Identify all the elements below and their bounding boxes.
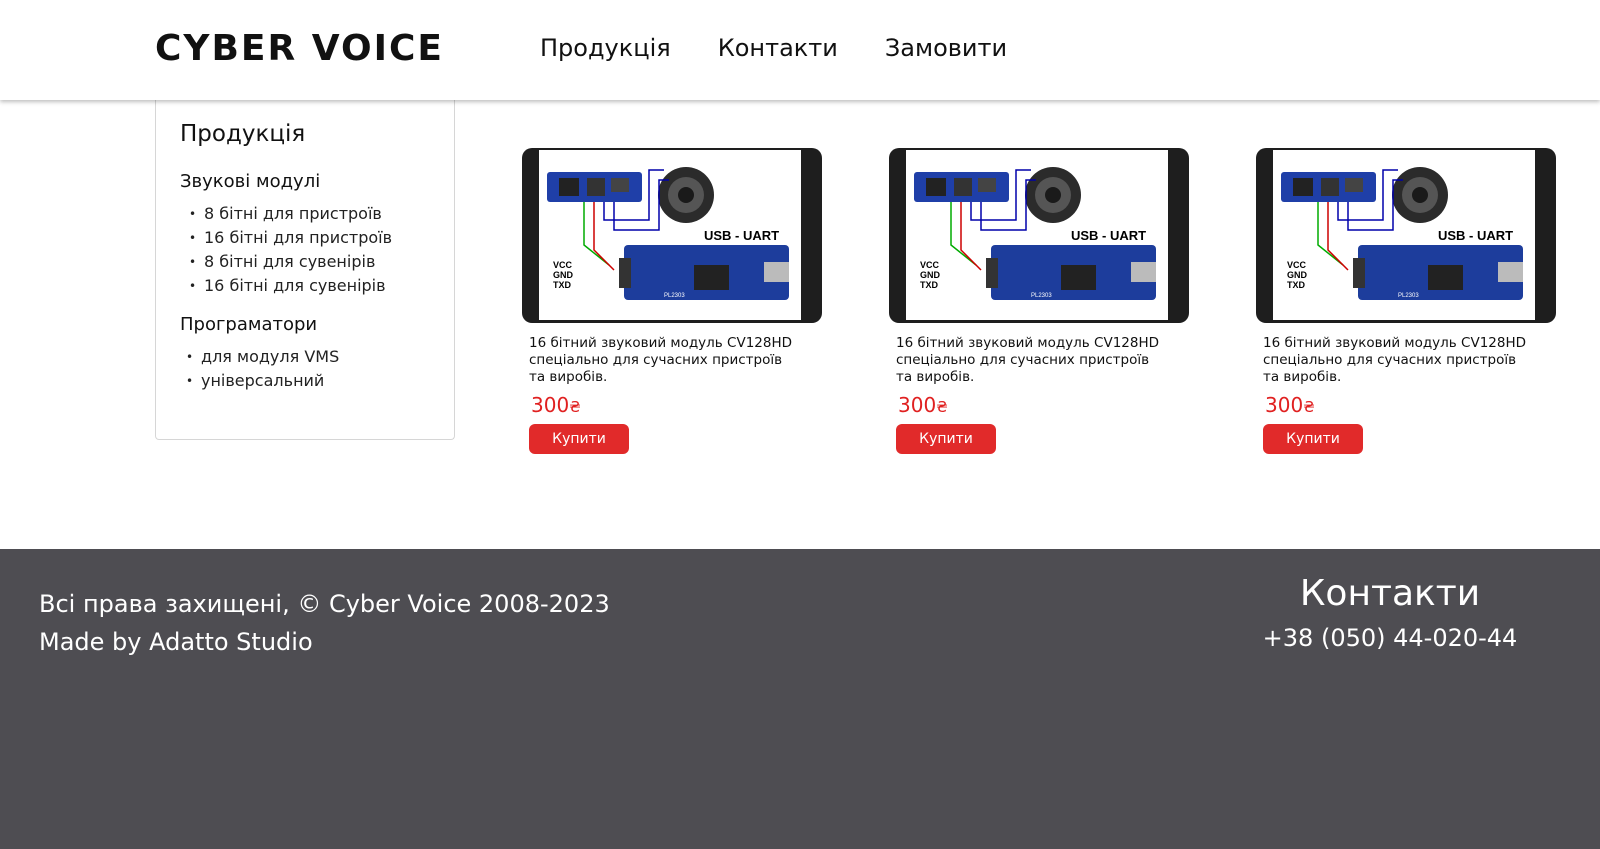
made-by-text[interactable]: Made by Adatto Studio <box>39 623 610 661</box>
usb-uart-label: USB - UART <box>704 228 779 243</box>
svg-text:VCC: VCC <box>553 260 573 270</box>
svg-text:TXD: TXD <box>1287 280 1306 290</box>
svg-text:GND: GND <box>553 270 574 280</box>
product-image[interactable]: USB - UART VCC GND TXD PL2303 <box>522 148 822 323</box>
phone-number[interactable]: +38 (050) 44-020-44 <box>1230 624 1550 652</box>
copyright-text: Всі права захищені, © Cyber Voice 2008-2… <box>39 590 610 618</box>
currency-symbol: ₴ <box>936 398 948 416</box>
sidebar-title: Продукція <box>180 121 306 147</box>
svg-text:VCC: VCC <box>1287 260 1307 270</box>
product-price: 300₴ <box>531 393 581 417</box>
product-price: 300₴ <box>898 393 948 417</box>
product-description: 16 бітний звуковий модуль CV128HD спеціа… <box>529 335 793 385</box>
main-nav: Продукція Контакти Замовити <box>540 34 1007 62</box>
product-sidebar: Продукція Звукові модулі 8 бітні для при… <box>155 99 455 440</box>
programmers-list: для модуля VMS універсальний <box>180 345 430 393</box>
sidebar-item-16bit-souvenirs[interactable]: 16 бітні для сувенірів <box>180 274 430 298</box>
footer-contacts-title: Контакти <box>1299 573 1481 614</box>
site-footer: Всі права захищені, © Cyber Voice 2008-2… <box>0 549 1600 849</box>
module-diagram: USB - UART VCC GND TXD PL2303 <box>1273 150 1535 320</box>
nav-order[interactable]: Замовити <box>885 34 1007 62</box>
product-image[interactable]: USB - UART VCC GND TXD PL2303 <box>1256 148 1556 323</box>
product-card: USB - UART VCC GND TXD PL2303 16 бітний … <box>889 148 1189 454</box>
product-image[interactable]: USB - UART VCC GND TXD PL2303 <box>889 148 1189 323</box>
svg-text:TXD: TXD <box>920 280 939 290</box>
sidebar-item-16bit-devices[interactable]: 16 бітні для пристроїв <box>180 226 430 250</box>
currency-symbol: ₴ <box>1303 398 1315 416</box>
nav-contacts[interactable]: Контакти <box>718 34 838 62</box>
currency-symbol: ₴ <box>569 398 581 416</box>
footer-info: Всі права захищені, © Cyber Voice 2008-2… <box>39 585 610 661</box>
product-card: USB - UART VCC GND TXD PL2303 16 бітний … <box>522 148 822 454</box>
module-diagram: USB - UART VCC GND TXD PL2303 <box>906 150 1168 320</box>
svg-text:VCC: VCC <box>920 260 940 270</box>
sidebar-section-programmers[interactable]: Програматори <box>180 314 430 335</box>
product-card: USB - UART VCC GND TXD PL2303 16 бітний … <box>1256 148 1556 454</box>
site-header: CYBER VOICE Продукція Контакти Замовити <box>0 0 1600 100</box>
nav-products[interactable]: Продукція <box>540 34 671 62</box>
usb-uart-label: USB - UART <box>1438 228 1513 243</box>
sidebar-item-vms-programmer[interactable]: для модуля VMS <box>180 345 430 369</box>
svg-text:GND: GND <box>1287 270 1308 280</box>
usb-uart-label: USB - UART <box>1071 228 1146 243</box>
product-description: 16 бітний звуковий модуль CV128HD спеціа… <box>896 335 1160 385</box>
sidebar-section-sound-modules[interactable]: Звукові модулі <box>180 171 430 192</box>
svg-text:TXD: TXD <box>553 280 572 290</box>
logo[interactable]: CYBER VOICE <box>155 28 444 69</box>
sound-modules-list: 8 бітні для пристроїв 16 бітні для прист… <box>180 202 430 298</box>
svg-text:GND: GND <box>920 270 941 280</box>
product-description: 16 бітний звуковий модуль CV128HD спеціа… <box>1263 335 1527 385</box>
product-price: 300₴ <box>1265 393 1315 417</box>
sidebar-item-universal-programmer[interactable]: універсальний <box>180 369 430 393</box>
svg-text:PL2303: PL2303 <box>1031 293 1052 299</box>
sidebar-item-8bit-souvenirs[interactable]: 8 бітні для сувенірів <box>180 250 430 274</box>
buy-button[interactable]: Купити <box>1263 424 1363 454</box>
svg-text:PL2303: PL2303 <box>1398 293 1419 299</box>
sidebar-item-8bit-devices[interactable]: 8 бітні для пристроїв <box>180 202 430 226</box>
buy-button[interactable]: Купити <box>896 424 996 454</box>
buy-button[interactable]: Купити <box>529 424 629 454</box>
svg-text:PL2303: PL2303 <box>664 293 685 299</box>
footer-contacts: Контакти +38 (050) 44-020-44 <box>1230 573 1550 652</box>
module-diagram: USB - UART VCC GND TXD PL2303 <box>539 150 801 320</box>
